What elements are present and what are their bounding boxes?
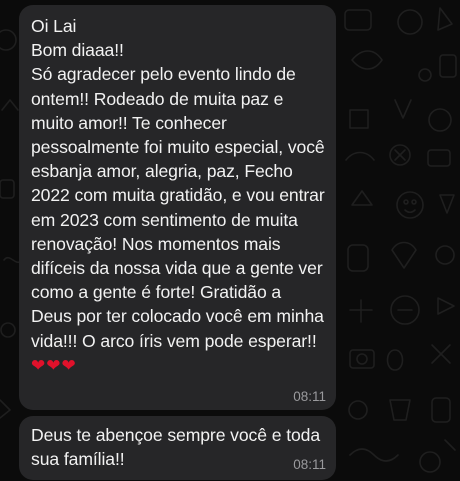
incoming-message-bubble[interactable]: Oi Lai Bom diaaa!! Só agradecer pelo eve… (19, 5, 336, 410)
message-timestamp: 08:11 (293, 457, 326, 472)
message-timestamp: 08:11 (293, 389, 326, 404)
heart-emoji: ❤❤❤ (31, 355, 77, 375)
message-text: Deus te abençoe sempre você e toda sua f… (31, 425, 325, 470)
chat-area[interactable]: Oi Lai Bom diaaa!! Só agradecer pelo eve… (0, 0, 460, 481)
message-text: Oi Lai Bom diaaa!! Só agradecer pelo eve… (31, 16, 325, 351)
incoming-message-bubble[interactable]: Deus te abençoe sempre você e toda sua f… (19, 416, 336, 480)
